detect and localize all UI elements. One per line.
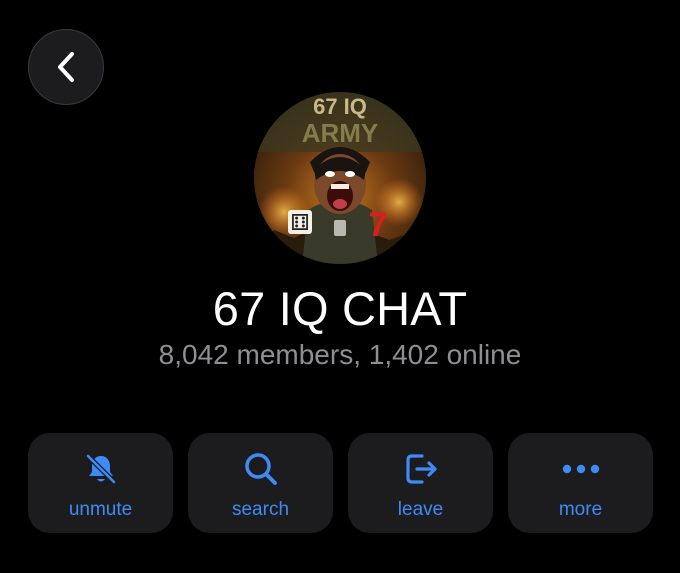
back-button[interactable] xyxy=(28,29,104,105)
avatar-text-top: 67 IQ xyxy=(313,94,367,119)
avatar-image: 67 IQ ARMY ⚅ 7 xyxy=(254,92,426,264)
unmute-button[interactable]: unmute xyxy=(28,433,173,533)
more-button[interactable]: more xyxy=(508,433,653,533)
leave-button[interactable]: leave xyxy=(348,433,493,533)
action-bar: unmute search leave more xyxy=(28,433,653,533)
search-button[interactable]: search xyxy=(188,433,333,533)
avatar-dice: ⚅ xyxy=(290,211,309,236)
chat-info-screen: 67 IQ ARMY ⚅ 7 67 IQ CHAT 8,042 members,… xyxy=(0,0,680,573)
unmute-label: unmute xyxy=(68,499,133,520)
avatar-seven: 7 xyxy=(369,206,388,244)
search-icon xyxy=(241,449,281,489)
bell-slash-icon xyxy=(81,449,121,489)
chat-member-count: 8,042 members, 1,402 online xyxy=(158,339,522,370)
leave-icon xyxy=(401,449,441,489)
chat-avatar[interactable]: 67 IQ ARMY ⚅ 7 xyxy=(254,92,426,264)
avatar-text-army: ARMY xyxy=(302,118,379,148)
chevron-left-icon xyxy=(58,52,74,82)
search-label: search xyxy=(231,499,290,520)
chat-title: 67 IQ CHAT xyxy=(212,282,468,335)
more-label: more xyxy=(558,499,603,520)
ellipsis-icon xyxy=(561,449,601,489)
leave-label: leave xyxy=(397,499,444,520)
